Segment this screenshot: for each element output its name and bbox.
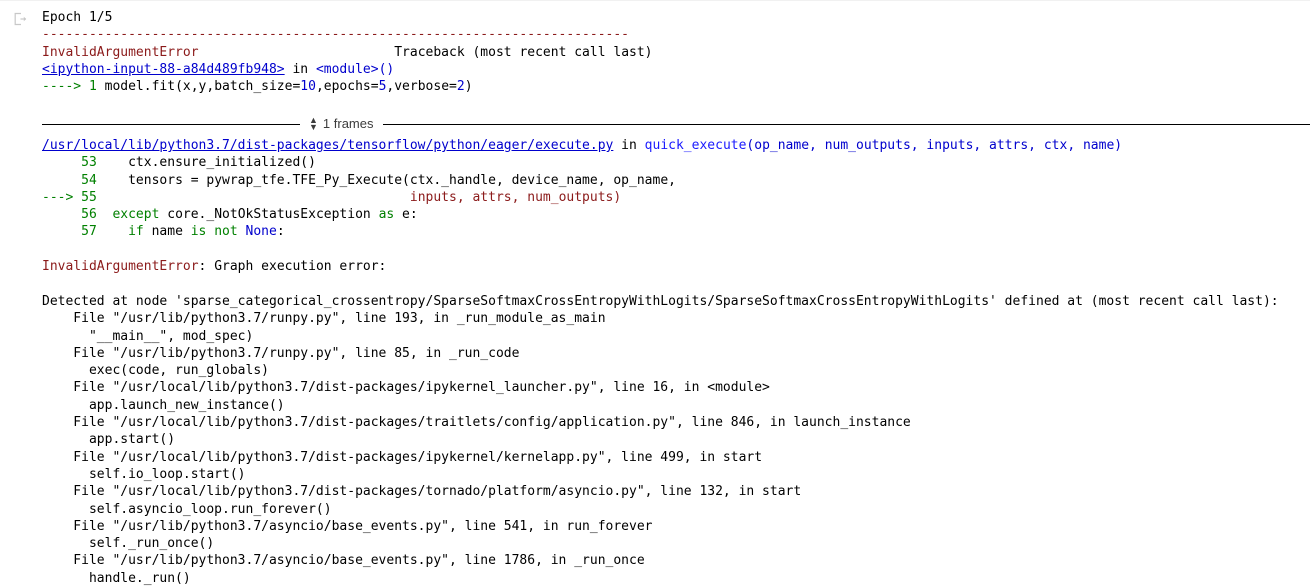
call-code-d: ) <box>465 79 473 94</box>
call-code-b: ,epochs= <box>316 79 379 94</box>
expand-collapse-icon[interactable]: ▲ ▼ <box>309 117 318 131</box>
stack-file-line: File "/usr/local/lib/python3.7/dist-pack… <box>42 449 1310 466</box>
epoch-line: Epoch 1/5 <box>42 9 1310 26</box>
detected-at-node-line: Detected at node 'sparse_categorical_cro… <box>42 293 1310 310</box>
frame-line-code: tensors = pywrap_tfe.TFE_Py_Execute(ctx.… <box>97 173 676 188</box>
stack-code-line: self._run_once() <box>42 535 1310 552</box>
stack-file-line: File "/usr/local/lib/python3.7/dist-pack… <box>42 414 1310 431</box>
traceback-header: Traceback (most recent call last) <box>394 45 652 60</box>
output-cell-icon <box>12 11 28 27</box>
frame-code-lines: 53 ctx.ensure_initialized() 54 tensors =… <box>42 154 1310 240</box>
chevron-down-icon[interactable]: ▼ <box>309 124 318 131</box>
frames-rule-left <box>42 124 300 125</box>
frame-line-code: inputs, attrs, num_outputs) <box>97 190 621 205</box>
error-title-line: InvalidArgumentError Traceback (most rec… <box>42 44 1310 61</box>
frame-line-number: 53 <box>81 155 97 170</box>
frame-code-line: 54 tensors = pywrap_tfe.TFE_Py_Execute(c… <box>42 172 1310 189</box>
stack-file-line: File "/usr/lib/python3.7/runpy.py", line… <box>42 345 1310 362</box>
error-title-gap <box>199 45 395 60</box>
module-token: <module>() <box>316 62 394 77</box>
input-ref-line: <ipython-input-88-a84d489fb948> in <modu… <box>42 61 1310 78</box>
stack-file-line: File "/usr/local/lib/python3.7/dist-pack… <box>42 483 1310 500</box>
stack-code-line: app.launch_new_instance() <box>42 397 1310 414</box>
frame-line-code: except core._NotOkStatusException as e: <box>97 207 418 222</box>
frame-line-marker <box>42 207 81 222</box>
frames-label-group[interactable]: ▲ ▼ 1 frames <box>300 115 383 132</box>
stack-code-line: handle._run() <box>42 570 1310 587</box>
error-message-text: : Graph execution error: <box>199 259 387 274</box>
stack-file-line: File "/usr/local/lib/python3.7/dist-pack… <box>42 379 1310 396</box>
frame-line-number: 55 <box>81 190 97 205</box>
stack-lines: File "/usr/lib/python3.7/runpy.py", line… <box>42 310 1310 587</box>
frame-line-number: 57 <box>81 224 97 239</box>
stack-file-line: File "/usr/lib/python3.7/asyncio/base_ev… <box>42 552 1310 569</box>
frame-file-link[interactable]: /usr/local/lib/python3.7/dist-packages/t… <box>42 138 613 153</box>
frames-rule-right <box>383 124 1310 125</box>
frame-line-number: 54 <box>81 173 97 188</box>
frames-count-label: 1 frames <box>323 115 374 132</box>
call-arrow: ----> 1 <box>42 79 105 94</box>
frame-line-marker: ---> <box>42 190 81 205</box>
ipython-input-link[interactable]: <ipython-input-88-a84d489fb948> <box>42 62 285 77</box>
stack-code-line: exec(code, run_globals) <box>42 362 1310 379</box>
output-gutter <box>0 0 42 578</box>
frame-code-line: 53 ctx.ensure_initialized() <box>42 154 1310 171</box>
stack-file-line: File "/usr/lib/python3.7/asyncio/base_ev… <box>42 518 1310 535</box>
frame-source-block: /usr/local/lib/python3.7/dist-packages/t… <box>42 137 1310 241</box>
call-num-1: 10 <box>300 79 316 94</box>
error-message-block: InvalidArgumentError: Graph execution er… <box>42 258 1310 275</box>
stack-code-line: self.asyncio_loop.run_forever() <box>42 501 1310 518</box>
call-code-a: model.fit(x,y,batch_size= <box>105 79 301 94</box>
frame-line-number: 56 <box>81 207 97 222</box>
stack-file-line: File "/usr/lib/python3.7/runpy.py", line… <box>42 310 1310 327</box>
error-head-block: Epoch 1/5 ------------------------------… <box>42 9 1310 95</box>
frames-toggle-bar[interactable]: ▲ ▼ 1 frames <box>42 113 1310 135</box>
error-message-name: InvalidArgumentError <box>42 259 199 274</box>
frame-func-args: (op_name, num_outputs, inputs, attrs, ct… <box>746 138 1122 153</box>
frame-line-code: ctx.ensure_initialized() <box>97 155 316 170</box>
frame-file-line: /usr/local/lib/python3.7/dist-packages/t… <box>42 137 1310 154</box>
frame-code-line: 57 if name is not None: <box>42 223 1310 240</box>
frame-func-name: quick_execute <box>645 138 747 153</box>
stack-code-line: self.io_loop.start() <box>42 466 1310 483</box>
error-message-line: InvalidArgumentError: Graph execution er… <box>42 258 1310 275</box>
stack-code-line: app.start() <box>42 431 1310 448</box>
error-name: InvalidArgumentError <box>42 45 199 60</box>
frame-line-marker <box>42 155 81 170</box>
notebook-output-cell: Epoch 1/5 ------------------------------… <box>0 0 1310 578</box>
stack-code-line: "__main__", mod_spec) <box>42 328 1310 345</box>
call-code-c: ,verbose= <box>386 79 456 94</box>
frame-line-marker <box>42 224 81 239</box>
failing-call-line: ----> 1 model.fit(x,y,batch_size=10,epoc… <box>42 78 1310 95</box>
frame-code-line: ---> 55 inputs, attrs, num_outputs) <box>42 189 1310 206</box>
call-num-3: 2 <box>457 79 465 94</box>
detected-stack-block: Detected at node 'sparse_categorical_cro… <box>42 293 1310 587</box>
frame-code-line: 56 except core._NotOkStatusException as … <box>42 206 1310 223</box>
frame-in-word: in <box>613 138 644 153</box>
dashes-separator: ----------------------------------------… <box>42 26 1310 43</box>
input-in-word: in <box>285 62 316 77</box>
frame-line-code: if name is not None: <box>97 224 285 239</box>
cell-top-border <box>0 0 1310 1</box>
frame-line-marker <box>42 173 81 188</box>
